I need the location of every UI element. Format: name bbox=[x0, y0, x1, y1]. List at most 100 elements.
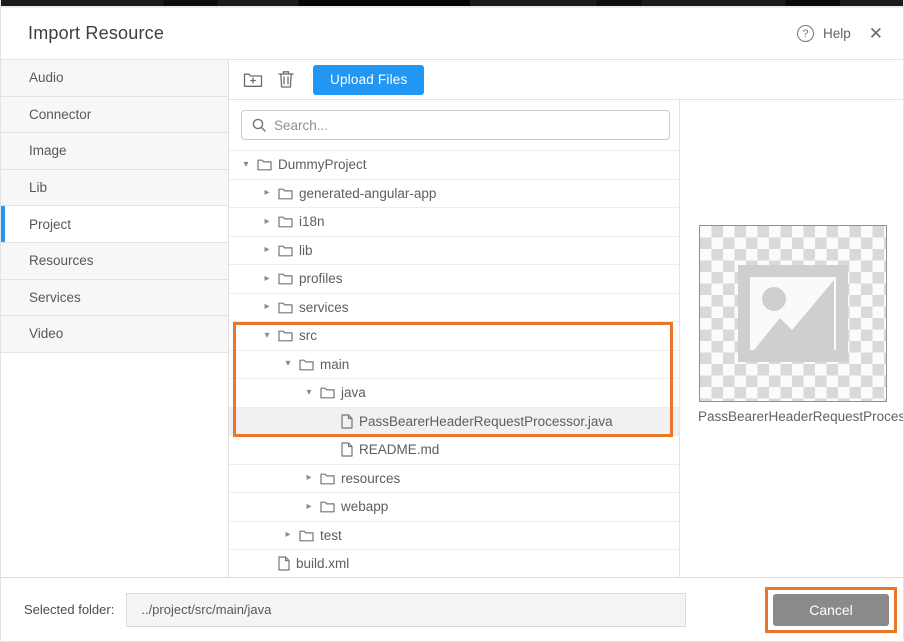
file-browser: ▾ DummyProject ▸ generated-angular-app ▸ i18n… bbox=[229, 100, 680, 577]
delete-icon[interactable] bbox=[275, 69, 297, 91]
sidebar-item-label: Resources bbox=[29, 253, 94, 268]
tree-item-main[interactable]: ▾ main bbox=[229, 351, 679, 380]
folder-icon bbox=[278, 329, 293, 342]
help-icon[interactable]: ? bbox=[797, 25, 814, 42]
sidebar: Audio Connector Image Lib Project Resources Se… bbox=[1, 60, 229, 577]
chevron-down-icon[interactable]: ▾ bbox=[302, 388, 316, 398]
sidebar-item-image[interactable]: Image bbox=[1, 133, 228, 170]
close-icon[interactable]: ✕ bbox=[869, 25, 883, 42]
chevron-down-icon[interactable]: ▾ bbox=[281, 359, 295, 369]
sidebar-item-video[interactable]: Video bbox=[1, 316, 228, 353]
folder-icon bbox=[278, 244, 293, 257]
sidebar-item-label: Connector bbox=[29, 107, 91, 122]
tree-item-label: resources bbox=[341, 471, 400, 486]
sidebar-item-label: Services bbox=[29, 290, 81, 305]
dialog-body: Audio Connector Image Lib Project Resources Se… bbox=[1, 60, 903, 577]
tree-item-label: main bbox=[320, 357, 349, 372]
page-title: Import Resource bbox=[28, 23, 164, 44]
preview-thumbnail bbox=[699, 225, 887, 402]
tree-item-test[interactable]: ▸ test bbox=[229, 522, 679, 551]
tree-item-i18n[interactable]: ▸ i18n bbox=[229, 208, 679, 237]
selected-folder-field[interactable] bbox=[126, 593, 686, 627]
chevron-down-icon[interactable]: ▾ bbox=[239, 160, 253, 170]
folder-icon bbox=[299, 529, 314, 542]
sidebar-item-label: Video bbox=[29, 326, 63, 341]
folder-icon bbox=[278, 187, 293, 200]
new-folder-icon[interactable] bbox=[242, 69, 264, 91]
sidebar-item-label: Image bbox=[29, 143, 67, 158]
file-icon bbox=[341, 414, 353, 429]
tree-item-label: DummyProject bbox=[278, 157, 367, 172]
tree: ▾ DummyProject ▸ generated-angular-app ▸ i18n… bbox=[229, 150, 679, 577]
tree-item-build-xml[interactable]: build.xml bbox=[229, 550, 679, 577]
tree-item-label: src bbox=[299, 328, 317, 343]
tree-item-label: lib bbox=[299, 243, 313, 258]
folder-icon bbox=[320, 500, 335, 513]
tree-item-label: java bbox=[341, 385, 366, 400]
search-icon bbox=[252, 118, 266, 132]
chevron-right-icon[interactable]: ▸ bbox=[260, 302, 274, 312]
file-icon bbox=[278, 556, 290, 571]
search-box bbox=[241, 110, 670, 140]
right-region: Upload Files ▾ DummyProject ▸ generated-ang… bbox=[229, 60, 903, 577]
toolbar: Upload Files bbox=[229, 60, 903, 100]
chevron-right-icon[interactable]: ▸ bbox=[260, 274, 274, 284]
tree-item-label: PassBearerHeaderRequestProcessor.java bbox=[359, 414, 613, 429]
tree-item-generated-angular-app[interactable]: ▸ generated-angular-app bbox=[229, 180, 679, 209]
tree-item-label: test bbox=[320, 528, 342, 543]
preview-filename: PassBearerHeaderRequestProcessor.java bbox=[698, 409, 903, 424]
folder-icon bbox=[320, 472, 335, 485]
image-placeholder-icon bbox=[738, 265, 848, 362]
sidebar-item-services[interactable]: Services bbox=[1, 280, 228, 317]
annotation-box-cancel: Cancel bbox=[765, 587, 897, 633]
folder-icon bbox=[320, 386, 335, 399]
sidebar-item-lib[interactable]: Lib bbox=[1, 170, 228, 207]
cancel-button[interactable]: Cancel bbox=[773, 594, 889, 626]
tree-item-label: i18n bbox=[299, 214, 325, 229]
sidebar-item-label: Project bbox=[29, 217, 71, 232]
tree-item-lib[interactable]: ▸ lib bbox=[229, 237, 679, 266]
sidebar-item-label: Lib bbox=[29, 180, 47, 195]
chevron-right-icon[interactable]: ▸ bbox=[260, 245, 274, 255]
tree-item-services[interactable]: ▸ services bbox=[229, 294, 679, 323]
preview-panel: PassBearerHeaderRequestProcessor.java bbox=[680, 100, 903, 577]
sidebar-item-audio[interactable]: Audio bbox=[1, 60, 228, 97]
tree-item-readme-md[interactable]: README.md bbox=[229, 436, 679, 465]
sidebar-item-label: Audio bbox=[29, 70, 64, 85]
chevron-right-icon[interactable]: ▸ bbox=[260, 217, 274, 227]
folder-icon bbox=[299, 358, 314, 371]
dialog-header: Import Resource ? Help ✕ bbox=[1, 8, 903, 60]
chevron-right-icon[interactable]: ▸ bbox=[302, 502, 316, 512]
selected-folder-label: Selected folder: bbox=[24, 602, 114, 617]
tree-item-label: webapp bbox=[341, 499, 388, 514]
tree-item-profiles[interactable]: ▸ profiles bbox=[229, 265, 679, 294]
tree-item-resources[interactable]: ▸ resources bbox=[229, 465, 679, 494]
tree-item-label: profiles bbox=[299, 271, 343, 286]
tree-item-java[interactable]: ▾ java bbox=[229, 379, 679, 408]
folder-icon bbox=[278, 272, 293, 285]
tree-item-label: services bbox=[299, 300, 349, 315]
tree-item-webapp[interactable]: ▸ webapp bbox=[229, 493, 679, 522]
folder-icon bbox=[278, 301, 293, 314]
file-icon bbox=[341, 442, 353, 457]
chevron-right-icon[interactable]: ▸ bbox=[302, 473, 316, 483]
folder-icon bbox=[257, 158, 272, 171]
upload-files-button[interactable]: Upload Files bbox=[313, 65, 424, 95]
tree-item-label: README.md bbox=[359, 442, 439, 457]
sidebar-item-connector[interactable]: Connector bbox=[1, 97, 228, 134]
tree-item-label: build.xml bbox=[296, 556, 349, 571]
tree-item-label: generated-angular-app bbox=[299, 186, 436, 201]
chevron-right-icon[interactable]: ▸ bbox=[281, 530, 295, 540]
help-link[interactable]: Help bbox=[823, 26, 851, 41]
import-resource-dialog: Import Resource ? Help ✕ Audio Connector I… bbox=[0, 0, 904, 642]
folder-icon bbox=[278, 215, 293, 228]
chevron-down-icon[interactable]: ▾ bbox=[260, 331, 274, 341]
sidebar-item-project[interactable]: Project bbox=[1, 206, 228, 243]
dialog-footer: Selected folder: Cancel bbox=[1, 577, 903, 641]
tree-item-passbearerheaderrequestprocessor-java[interactable]: PassBearerHeaderRequestProcessor.java bbox=[229, 408, 679, 437]
chevron-right-icon[interactable]: ▸ bbox=[260, 188, 274, 198]
tree-item-src[interactable]: ▾ src bbox=[229, 322, 679, 351]
tree-item-dummyproject[interactable]: ▾ DummyProject bbox=[229, 151, 679, 180]
sidebar-item-resources[interactable]: Resources bbox=[1, 243, 228, 280]
search-input[interactable] bbox=[274, 118, 659, 133]
